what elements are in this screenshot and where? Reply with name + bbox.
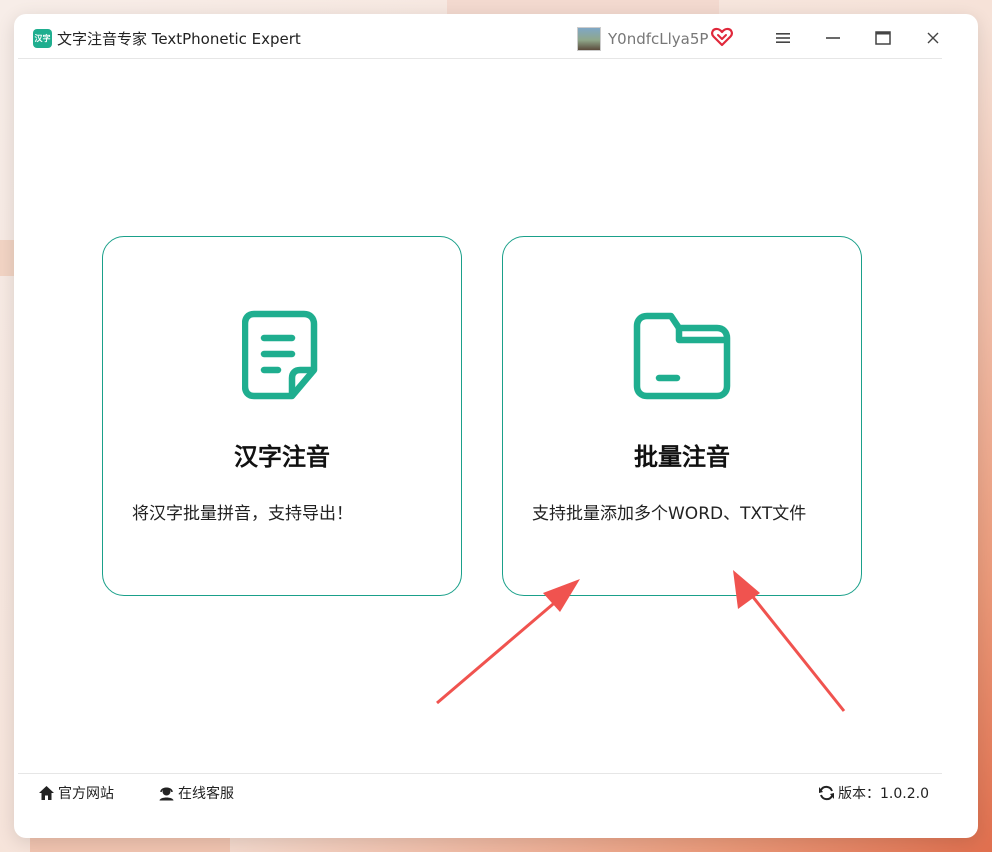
card-description: 支持批量添加多个WORD、TXT文件 <box>532 504 807 524</box>
maximize-icon <box>875 31 891 45</box>
online-support-label: 在线客服 <box>178 786 234 802</box>
background-shape <box>0 240 14 276</box>
close-icon <box>927 32 939 44</box>
user-avatar[interactable] <box>577 27 601 51</box>
customer-service-icon <box>159 787 174 801</box>
maximize-button[interactable] <box>869 26 897 50</box>
card-description: 将汉字批量拼音，支持导出！ <box>132 504 353 524</box>
online-support-link[interactable]: 在线客服 <box>158 783 234 803</box>
background-shape <box>30 838 230 852</box>
username[interactable]: Y0ndfcLlya5P <box>608 29 708 49</box>
title-bar: 汉字 文字注音专家 TextPhonetic Expert Y0ndfcLlya… <box>18 18 942 59</box>
minimize-button[interactable] <box>819 26 847 50</box>
home-icon <box>39 786 54 800</box>
version-label: 版本：1.0.2.0 <box>838 786 929 802</box>
card-title: 批量注音 <box>634 443 730 471</box>
close-button[interactable] <box>919 26 947 50</box>
background-shape <box>447 0 719 14</box>
app-title: 文字注音专家 TextPhonetic Expert <box>57 30 301 48</box>
document-icon <box>242 310 318 400</box>
app-logo-icon: 汉字 <box>33 29 52 48</box>
official-website-link[interactable]: 官方网站 <box>38 783 114 803</box>
menu-button[interactable] <box>769 26 797 50</box>
card-title: 汉字注音 <box>234 443 330 471</box>
card-batch-phonetic[interactable]: 批量注音 支持批量添加多个WORD、TXT文件 <box>502 236 862 596</box>
status-bar: 官方网站 在线客服 版本：1.0.2.0 <box>18 773 942 810</box>
refresh-icon <box>819 785 834 801</box>
minimize-icon <box>826 37 840 39</box>
hamburger-icon <box>776 33 790 43</box>
card-hanzi-phonetic[interactable]: 汉字注音 将汉字批量拼音，支持导出！ <box>102 236 462 596</box>
official-website-label: 官方网站 <box>58 786 114 802</box>
vip-heart-icon[interactable] <box>711 27 733 47</box>
folder-icon <box>633 312 731 400</box>
version-info[interactable]: 版本：1.0.2.0 <box>818 783 929 803</box>
